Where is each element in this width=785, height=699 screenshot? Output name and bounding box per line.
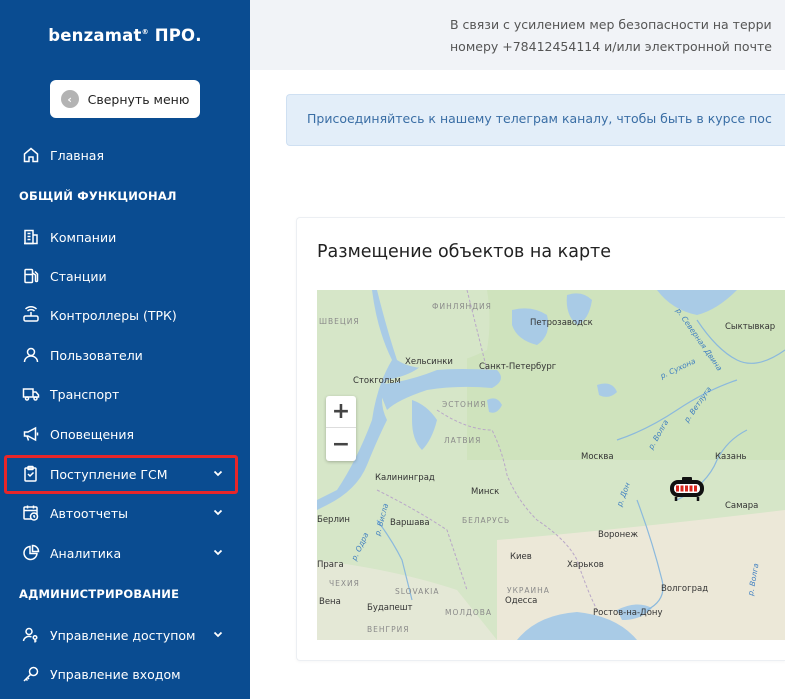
telegram-notice-text: Присоединяйтесь к нашему телеграм каналу… [307,111,772,126]
map-label-city: Сыктывкар [725,322,776,332]
map-label-city: Воронеж [598,530,639,540]
highlight-frame [4,455,238,494]
map[interactable]: ФИНЛЯНДИЯ ШВЕЦИЯ Петрозаводск Сыктывкар … [317,290,785,640]
sidebar-item-label: Главная [50,147,104,163]
sidebar-item-label: Станции [50,268,107,284]
home-icon [22,146,40,164]
sidebar-item-transport[interactable]: Транспорт [0,376,250,412]
sidebar-item-controllers[interactable]: Контроллеры (ТРК) [0,297,250,333]
telegram-notice[interactable]: Присоединяйтесь к нашему телеграм каналу… [286,94,785,146]
sidebar-item-label: Управление входом [50,666,181,682]
map-label-country: ЧЕХИЯ [329,579,360,588]
user-key-icon [22,626,40,644]
map-label-city: Петрозаводск [530,318,593,328]
arrow-left-circle-icon: ‹ [60,90,79,108]
banner-line-1: В связи с усилением мер безопасности на … [450,17,772,32]
logo[interactable]: benzamat® ПРО. [0,26,250,45]
sidebar-item-stations[interactable]: Станции [0,258,250,294]
security-banner: В связи с усилением мер безопасности на … [250,0,785,70]
chart-icon [22,544,40,562]
sidebar-item-notifications[interactable]: Оповещения [0,416,250,452]
zoom-out-button[interactable]: − [326,428,356,460]
map-label-city: Самара [725,501,759,511]
calendar-clock-icon [22,504,40,522]
sidebar-item-label: Контроллеры (ТРК) [50,307,177,323]
key-icon [22,665,40,683]
security-banner-text: В связи с усилением мер безопасности на … [450,14,772,58]
router-icon [22,306,40,324]
sidebar-item-users[interactable]: Пользователи [0,337,250,373]
building-icon [22,228,40,246]
sidebar: benzamat® ПРО. ‹ Свернуть меню Главная О… [0,0,250,699]
map-label-country: ЭСТОНИЯ [442,400,487,409]
map-zoom-control: + − [326,396,356,461]
map-label-country: ШВЕЦИЯ [319,317,360,326]
map-label-city: Киев [510,552,532,562]
map-label-city: Варшава [390,518,430,528]
map-label-city: Вена [319,597,341,607]
map-label-city: Хельсинки [405,357,453,367]
map-label-country: ЛАТВИЯ [444,436,482,445]
section-header-admin: АДМИНИСТРИРОВАНИЕ [19,587,180,601]
logo-trademark: ® [141,28,149,36]
map-label-country: УКРАИНА [507,586,550,595]
collapse-menu-label: Свернуть меню [87,91,190,107]
sidebar-item-label: Пользователи [50,347,143,363]
map-label-city: Берлин [317,515,350,525]
fuel-tank-marker-icon[interactable] [668,476,706,502]
map-label-country: ФИНЛЯНДИЯ [432,302,492,311]
map-label-city: Казань [715,452,747,462]
sidebar-item-label: Автоотчеты [50,505,129,521]
map-label-country: МОЛДОВА [445,608,493,617]
section-header-general: ОБЩИЙ ФУНКЦИОНАЛ [19,189,177,203]
map-label-city: Волгоград [661,584,709,594]
sidebar-item-label: Аналитика [50,545,122,561]
map-label-city: Прага [317,560,344,570]
map-label-city: Ростов-на-Дону [593,608,663,618]
collapse-menu-button[interactable]: ‹ Свернуть меню [50,80,200,118]
map-label-city: Харьков [567,560,604,570]
sidebar-item-login-management[interactable]: Управление входом [0,656,250,692]
sidebar-item-access-management[interactable]: Управление доступом [0,617,250,653]
map-label-city: Минск [471,487,500,497]
map-label-city: Санкт-Петербург [479,362,557,372]
logo-suffix: ПРО. [148,26,202,45]
map-label-city: Стокгольм [353,376,401,386]
sidebar-item-home[interactable]: Главная [0,137,250,173]
sidebar-item-label: Оповещения [50,426,134,442]
logo-text: benzamat [48,26,142,45]
chevron-down-icon [213,631,223,638]
user-icon [22,346,40,364]
map-label-city: Одесса [505,596,538,606]
map-card-title: Размещение объектов на карте [317,242,612,262]
map-label-country: БЕЛАРУСЬ [462,516,511,525]
sidebar-item-label: Транспорт [50,386,120,402]
banner-line-2: номеру +78412454114 и/или электронной по… [450,39,772,54]
map-label-city: Москва [581,452,614,462]
chevron-down-icon [213,549,223,556]
sidebar-item-analytics[interactable]: Аналитика [0,535,250,571]
megaphone-icon [22,425,40,443]
chevron-down-icon [213,509,223,516]
map-label-city: Калининград [375,473,435,483]
truck-icon [22,385,40,403]
fuel-station-icon [22,267,40,285]
zoom-in-button[interactable]: + [326,396,356,428]
sidebar-item-label: Компании [50,229,117,245]
sidebar-item-companies[interactable]: Компании [0,219,250,255]
map-label-country: ВЕНГРИЯ [367,625,410,634]
sidebar-item-label: Управление доступом [50,627,196,643]
map-label-country: SLOVAKIA [395,587,440,596]
map-label-city: Будапешт [367,603,413,613]
sidebar-item-autoreports[interactable]: Автоотчеты [0,495,250,531]
map-background [317,290,785,640]
